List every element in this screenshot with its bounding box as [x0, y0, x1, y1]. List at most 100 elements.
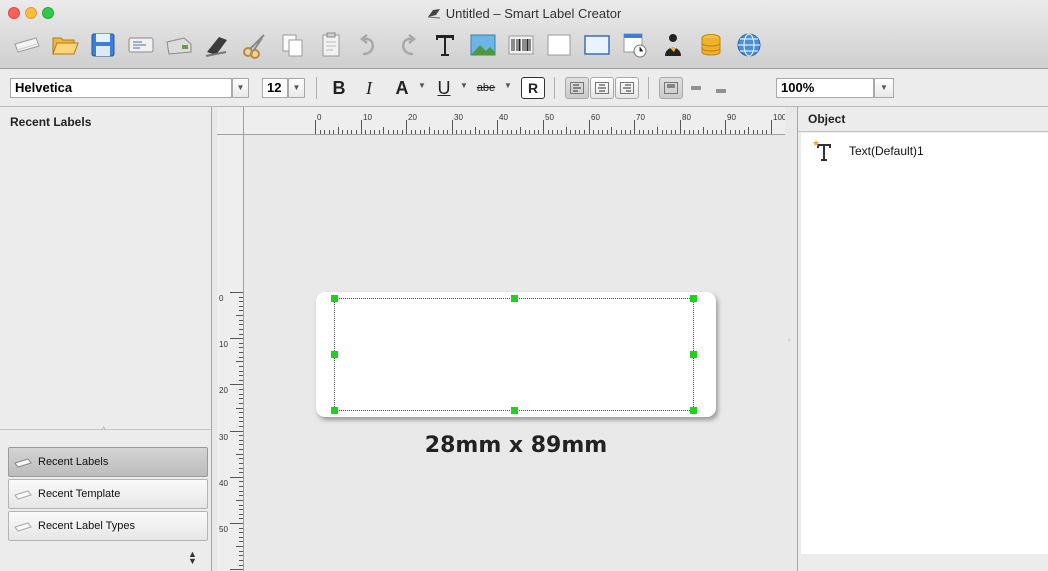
align-right-button[interactable] — [615, 77, 639, 99]
main-toolbar — [10, 26, 765, 64]
tab-recent-template-label: Recent Template — [38, 488, 121, 500]
new-label-icon — [13, 37, 40, 53]
resize-handle-top[interactable] — [511, 295, 518, 302]
save-disk-icon — [91, 33, 114, 57]
insert-date-time-button[interactable] — [618, 29, 651, 62]
tab-recent-template[interactable]: Recent Template — [8, 479, 208, 509]
valign-bottom-button[interactable] — [709, 77, 733, 99]
align-right-icon — [620, 82, 634, 94]
ruler-corner — [217, 107, 244, 135]
ruler-label: 90 — [727, 113, 736, 122]
ruler-label: 0 — [219, 294, 224, 303]
ruler-label: 50 — [545, 113, 554, 122]
text-object-selection[interactable] — [331, 295, 697, 414]
template-icon — [14, 490, 32, 500]
bold-button[interactable]: B — [329, 77, 349, 99]
insert-rectangle-button[interactable] — [542, 29, 575, 62]
label-sheet[interactable] — [316, 292, 716, 417]
print-settings-button[interactable] — [200, 29, 233, 62]
vertical-ruler: 0102030405060 — [217, 135, 244, 571]
web-button[interactable] — [732, 29, 765, 62]
rectangle-icon — [547, 34, 570, 56]
resize-handle-top-right[interactable] — [690, 295, 697, 302]
valign-middle-button[interactable] — [684, 77, 708, 99]
window-title: Untitled – Smart Label Creator — [0, 6, 1048, 21]
label-icon — [14, 458, 32, 468]
ruler-label: 20 — [219, 386, 228, 395]
italic-button[interactable]: I — [359, 77, 379, 99]
print-button[interactable] — [162, 29, 195, 62]
insert-image-button[interactable] — [466, 29, 499, 62]
paste-button[interactable] — [314, 29, 347, 62]
scissors-icon — [242, 34, 265, 59]
label-type-icon — [14, 522, 32, 532]
text-tool-icon — [435, 35, 454, 56]
ruler-label: 0 — [317, 113, 322, 122]
panel-divider[interactable]: ‹ — [785, 107, 798, 571]
paste-clipboard-icon — [322, 32, 339, 57]
text-color-dropdown[interactable]: ▼ — [418, 81, 426, 90]
chevron-down-icon: ▼ — [292, 83, 301, 92]
save-button[interactable] — [86, 29, 119, 62]
font-name-dropdown[interactable]: ▼ — [232, 78, 249, 98]
resize-handle-bottom[interactable] — [511, 407, 518, 414]
toolbar-separator — [554, 77, 555, 99]
insert-frame-button[interactable] — [580, 29, 613, 62]
valign-top-icon — [664, 82, 678, 94]
align-left-button[interactable] — [565, 77, 589, 99]
chevron-up-icon: ^ — [102, 427, 106, 434]
registered-symbol-button[interactable]: R — [521, 77, 545, 99]
resize-handle-bottom-left[interactable] — [331, 407, 338, 414]
align-left-icon — [570, 82, 584, 94]
ruler-label: 60 — [591, 113, 600, 122]
align-center-button[interactable] — [590, 77, 614, 99]
ruler-label: 40 — [499, 113, 508, 122]
registered-label: R — [527, 80, 539, 96]
panel-stepper-icon[interactable]: ▲ ▼ — [188, 550, 197, 566]
ruler-label: 30 — [219, 433, 228, 442]
object-name: Text(Default)1 — [849, 144, 924, 158]
tab-recent-label-types[interactable]: Recent Label Types — [8, 511, 208, 541]
insert-barcode-button[interactable] — [504, 29, 537, 62]
resize-handle-right[interactable] — [690, 351, 697, 358]
print-preview-button[interactable] — [124, 29, 157, 62]
toolbar-separator — [316, 77, 317, 99]
underline-button[interactable]: U — [434, 77, 454, 99]
cut-button[interactable] — [238, 29, 271, 62]
new-label-button[interactable] — [10, 29, 43, 62]
resize-handle-top-left[interactable] — [331, 295, 338, 302]
vertical-ruler-ticks: 0102030405060 — [219, 292, 243, 570]
copy-button[interactable] — [276, 29, 309, 62]
panel-splitter[interactable]: ^ — [0, 427, 211, 438]
tab-recent-labels[interactable]: Recent Labels — [8, 447, 208, 477]
undo-button[interactable] — [352, 29, 385, 62]
text-color-button[interactable]: A — [391, 77, 413, 99]
resize-handle-left[interactable] — [331, 351, 338, 358]
stamp-icon — [205, 37, 227, 57]
printer-icon — [165, 37, 191, 55]
insert-text-button[interactable] — [428, 29, 461, 62]
valign-top-button[interactable] — [659, 77, 683, 99]
insert-database-button[interactable] — [694, 29, 727, 62]
strikethrough-button[interactable]: abe — [472, 77, 500, 99]
globe-icon — [737, 33, 760, 57]
zoom-field[interactable]: 100% — [776, 78, 874, 98]
redo-button[interactable] — [390, 29, 423, 62]
divider-grip-icon: ‹ — [788, 337, 791, 344]
zoom-dropdown[interactable]: ▼ — [874, 78, 894, 98]
tab-recent-label-types-label: Recent Label Types — [38, 520, 136, 532]
label-canvas[interactable]: 28mm x 89mm — [244, 135, 785, 571]
text-object-icon — [813, 140, 831, 161]
tab-recent-labels-label: Recent Labels — [38, 456, 109, 468]
strikethrough-dropdown[interactable]: ▼ — [504, 81, 512, 90]
font-size-field[interactable]: 12 — [262, 78, 288, 98]
insert-clipart-button[interactable] — [656, 29, 689, 62]
horizontal-ruler-ticks: 0 10 20 30 40 50 60 70 80 90 100 — [315, 113, 785, 134]
object-list-item[interactable]: Text(Default)1 — [813, 139, 924, 163]
font-size-dropdown[interactable]: ▼ — [288, 78, 305, 98]
font-name-field[interactable]: Helvetica — [10, 78, 232, 98]
ruler-label: 50 — [219, 525, 228, 534]
resize-handle-bottom-right[interactable] — [690, 407, 697, 414]
open-button[interactable] — [48, 29, 81, 62]
underline-dropdown[interactable]: ▼ — [460, 81, 468, 90]
